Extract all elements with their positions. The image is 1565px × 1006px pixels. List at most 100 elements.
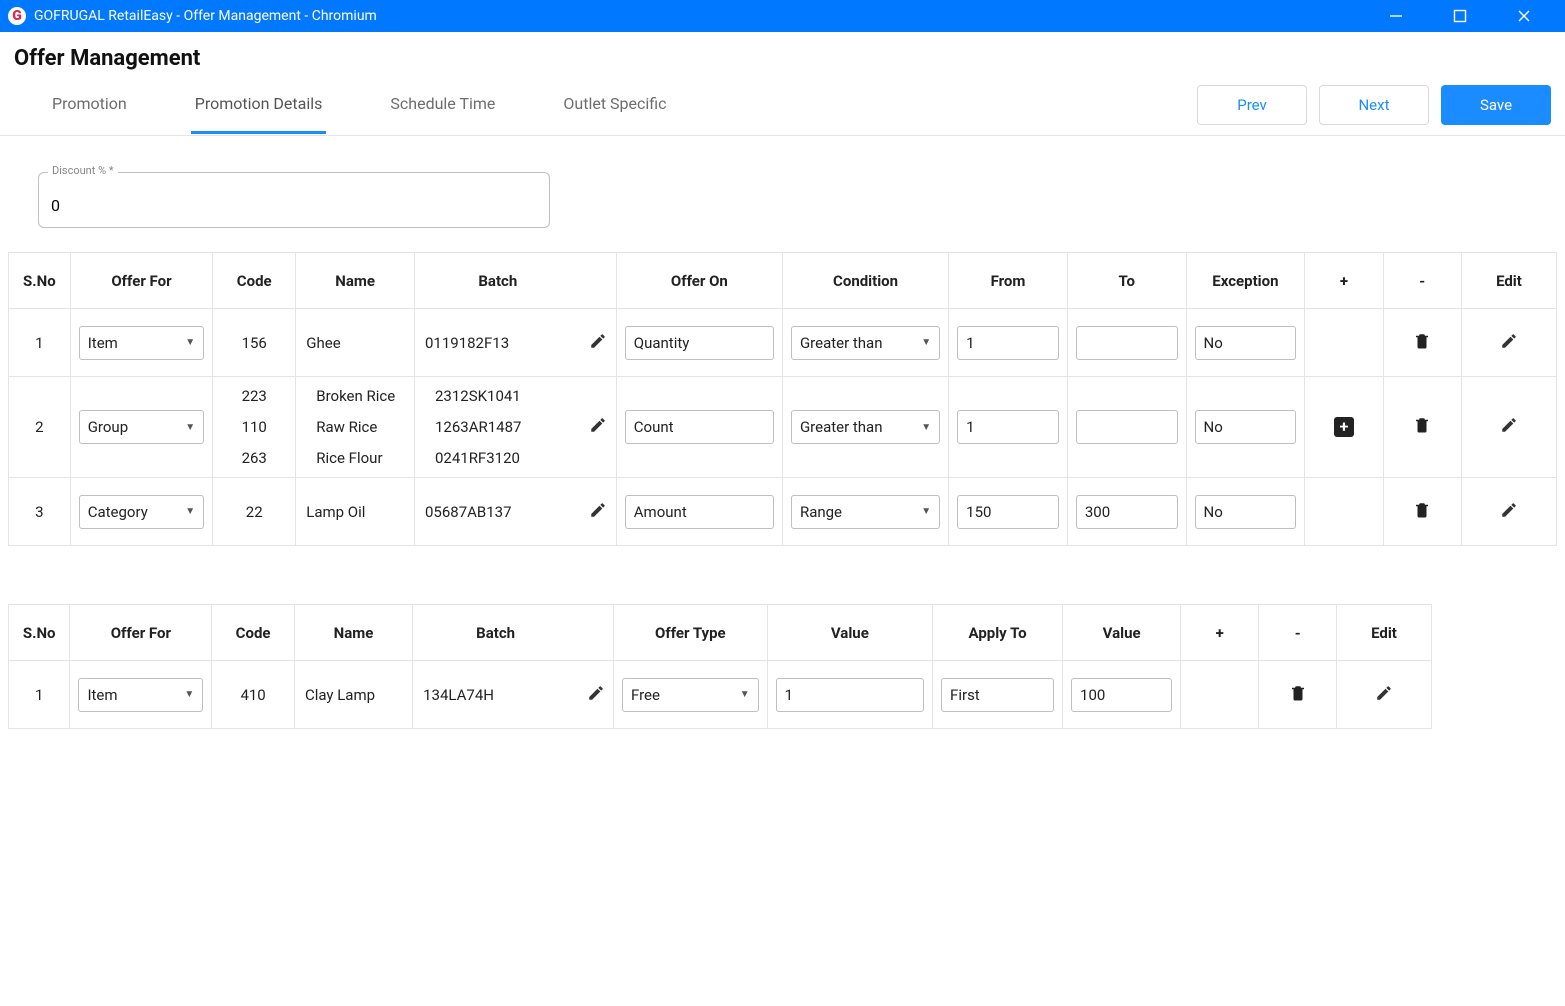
pencil-icon[interactable] [1375,684,1393,702]
condition-select[interactable]: Greater than▼ [791,326,940,360]
to-input[interactable]: 300 [1076,495,1178,529]
offer-rules-table: S.No Offer For Code Name Batch Offer On … [8,252,1557,546]
th-minus: - [1383,253,1461,309]
pencil-icon[interactable] [589,416,607,434]
cell-name: Raw Rice [316,418,377,436]
th-to: To [1067,253,1186,309]
exception-input[interactable]: No [1195,326,1297,360]
next-button[interactable]: Next [1319,85,1429,125]
tab-schedule-time[interactable]: Schedule Time [386,76,499,134]
value-input[interactable]: 1 [776,678,924,712]
maximize-icon[interactable] [1453,9,1493,23]
cell-code: 263 [242,449,267,467]
pencil-icon[interactable] [1500,332,1518,350]
cell-sno: 1 [9,309,71,377]
th-code: Code [212,605,295,661]
save-button[interactable]: Save [1441,85,1551,125]
cell-code: 223 [242,387,267,405]
cell-name: Rice Flour [316,449,382,467]
pencil-icon[interactable] [589,332,607,350]
tab-promotion-details[interactable]: Promotion Details [191,76,327,134]
plus-icon[interactable]: + [1334,417,1354,437]
cell-plus [1305,478,1383,546]
condition-select[interactable]: Range▼ [791,495,940,529]
trash-icon[interactable] [1289,683,1307,703]
pencil-icon[interactable] [589,501,607,519]
offer-for-select[interactable]: Item▼ [79,326,204,360]
cell-name: Ghee [296,309,415,377]
table-row: 2 Group▼ 223 110 263 Broken Rice Raw Ric… [9,377,1557,478]
from-input[interactable]: 1 [957,410,1059,444]
apply-to-input[interactable]: First [941,678,1054,712]
th-exception: Exception [1186,253,1305,309]
th-plus: + [1181,605,1259,661]
th-offer-on: Offer On [616,253,782,309]
cell-sno: 2 [9,377,71,478]
cell-batch: 1263AR1487 [435,418,521,436]
tab-outlet-specific[interactable]: Outlet Specific [559,76,670,134]
table-row: 1 Item▼ 410 Clay Lamp 134LA74H Free▼ 1 F… [9,661,1432,729]
cell-name: Lamp Oil [296,478,415,546]
exception-input[interactable]: No [1195,410,1297,444]
offer-type-select[interactable]: Free▼ [622,678,759,712]
th-condition: Condition [782,253,948,309]
pencil-icon[interactable] [587,684,605,702]
chevron-down-icon: ▼ [921,506,931,517]
prev-button[interactable]: Prev [1197,85,1307,125]
close-icon[interactable] [1517,9,1557,23]
offer-for-select[interactable]: Item▼ [78,678,203,712]
th-code: Code [213,253,296,309]
offer-on-input[interactable]: Quantity [625,326,774,360]
table-row: 3 Category▼ 22 Lamp Oil 05687AB137 Amoun… [9,478,1557,546]
th-apply-to: Apply To [933,605,1063,661]
pencil-icon[interactable] [1500,416,1518,434]
offer-for-select[interactable]: Group▼ [79,410,204,444]
cell-code: 110 [242,418,267,436]
offer-items-table: S.No Offer For Code Name Batch Offer Typ… [8,604,1432,729]
from-input[interactable]: 150 [957,495,1059,529]
to-input[interactable] [1076,326,1178,360]
th-sno: S.No [9,253,71,309]
offer-on-input[interactable]: Count [625,410,774,444]
discount-input[interactable] [38,172,550,228]
trash-icon[interactable] [1413,500,1431,520]
tab-promotion[interactable]: Promotion [48,76,131,134]
trash-icon[interactable] [1413,415,1431,435]
to-input[interactable] [1076,410,1178,444]
cell-batch: 0119182F13 [414,309,580,377]
th-batch-edit [581,253,617,309]
discount-field: Discount % * [38,172,550,228]
pencil-icon[interactable] [1500,501,1518,519]
value2-input[interactable]: 100 [1071,678,1172,712]
chevron-down-icon: ▼ [740,689,750,700]
th-name: Name [296,253,415,309]
th-offer-for: Offer For [70,605,212,661]
th-edit: Edit [1461,253,1556,309]
cell-code: 22 [213,478,296,546]
condition-select[interactable]: Greater than▼ [791,410,940,444]
offer-for-select[interactable]: Category▼ [79,495,204,529]
trash-icon[interactable] [1413,331,1431,351]
cell-sno: 1 [9,661,70,729]
cell-name: Clay Lamp [294,661,412,729]
chevron-down-icon: ▼ [185,337,195,348]
th-value: Value [767,605,932,661]
cell-plus [1181,661,1259,729]
from-input[interactable]: 1 [957,326,1059,360]
window-title: GOFRUGAL RetailEasy - Offer Management -… [34,8,1389,24]
th-batch: Batch [413,605,578,661]
minimize-icon[interactable] [1389,9,1429,23]
cell-batch: 2312SK1041 [435,387,521,405]
chevron-down-icon: ▼ [185,506,195,517]
th-plus: + [1305,253,1383,309]
cell-batch: 05687AB137 [414,478,580,546]
discount-label: Discount % * [48,164,118,177]
th-offer-type: Offer Type [614,605,768,661]
th-from: From [949,253,1068,309]
app-logo-icon: G [8,7,26,25]
cell-plus [1305,309,1383,377]
offer-on-input[interactable]: Amount [625,495,774,529]
exception-input[interactable]: No [1195,495,1297,529]
chevron-down-icon: ▼ [184,689,194,700]
th-offer-for: Offer For [70,253,212,309]
